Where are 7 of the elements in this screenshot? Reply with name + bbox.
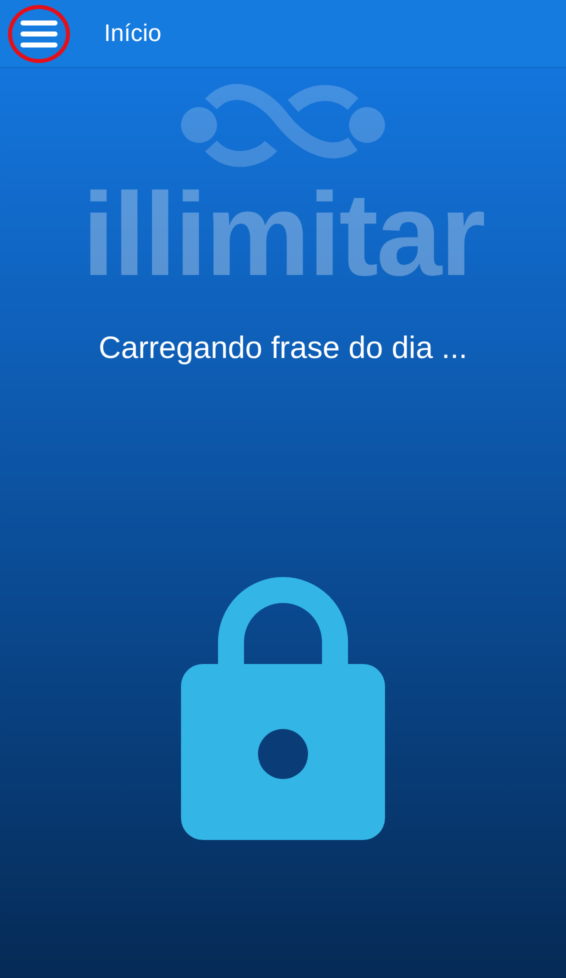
logo-wordmark: illimitar bbox=[82, 176, 484, 294]
lock-icon bbox=[181, 576, 385, 842]
page-title: Início bbox=[104, 20, 162, 48]
infinity-logo-icon bbox=[181, 82, 385, 170]
menu-icon bbox=[20, 20, 58, 48]
loading-message: Carregando frase do dia ... bbox=[98, 330, 468, 366]
menu-button[interactable] bbox=[8, 4, 70, 62]
